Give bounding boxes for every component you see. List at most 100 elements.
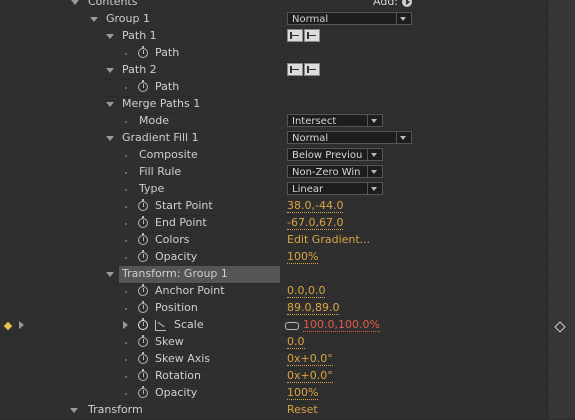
scale-row[interactable]: Scale 100.0,100.0% bbox=[0, 317, 566, 335]
path2-row[interactable]: Path 2 bbox=[0, 62, 547, 80]
indent-dot bbox=[125, 121, 127, 123]
stopwatch-icon[interactable] bbox=[138, 284, 148, 296]
stopwatch-icon[interactable] bbox=[138, 386, 148, 398]
twirl-down-icon[interactable] bbox=[106, 272, 114, 277]
stopwatch-icon[interactable] bbox=[138, 233, 148, 245]
add-menu-icon[interactable] bbox=[402, 0, 412, 7]
stopwatch-icon[interactable] bbox=[138, 199, 148, 211]
transform-opacity-row[interactable]: Opacity 100% bbox=[0, 385, 547, 403]
group1-blend-dropdown[interactable]: Normal bbox=[287, 12, 412, 25]
skew-label: Skew bbox=[155, 335, 184, 348]
twirl-down-icon[interactable] bbox=[71, 0, 79, 5]
twirl-right-icon[interactable] bbox=[123, 321, 128, 329]
colors-row[interactable]: Colors Edit Gradient... bbox=[0, 232, 547, 250]
skew-axis-value[interactable]: 0x+0.0° bbox=[287, 352, 333, 366]
path1-row[interactable]: Path 1 bbox=[0, 28, 547, 46]
scale-value[interactable]: 100.0,100.0% bbox=[303, 318, 380, 332]
end-point-label: End Point bbox=[155, 216, 207, 229]
stopwatch-icon[interactable] bbox=[138, 216, 148, 228]
indent-dot bbox=[125, 87, 127, 89]
skew-axis-row[interactable]: Skew Axis 0x+0.0° bbox=[0, 351, 547, 369]
composite-dropdown[interactable]: Below Previou bbox=[287, 148, 383, 161]
path-direction-icon[interactable] bbox=[287, 29, 303, 42]
group1-blend-value: Normal bbox=[292, 14, 329, 25]
twirl-down-icon[interactable] bbox=[106, 136, 114, 141]
stopwatch-icon[interactable] bbox=[138, 352, 148, 364]
chevron-down-icon bbox=[396, 132, 411, 143]
twirl-down-icon[interactable] bbox=[106, 102, 114, 107]
merge-label: Merge Paths 1 bbox=[122, 97, 201, 110]
gradient-opacity-row[interactable]: Opacity 100% bbox=[0, 249, 547, 267]
rotation-value[interactable]: 0x+0.0° bbox=[287, 369, 333, 383]
indent-dot bbox=[125, 172, 127, 174]
start-point-value[interactable]: 38.0,-44.0 bbox=[287, 199, 344, 213]
constrain-proportions-icon[interactable] bbox=[285, 322, 299, 330]
twirl-down-icon[interactable] bbox=[90, 17, 98, 22]
gradient-row[interactable]: Gradient Fill 1 Normal bbox=[0, 130, 547, 148]
type-dropdown[interactable]: Linear bbox=[287, 182, 383, 195]
edit-gradient-link[interactable]: Edit Gradient... bbox=[287, 233, 370, 246]
merge-mode-row[interactable]: Mode Intersect bbox=[0, 113, 547, 131]
graph-editor-icon[interactable] bbox=[155, 320, 166, 331]
group1-row[interactable]: Group 1 Normal bbox=[0, 11, 547, 29]
composite-row[interactable]: Composite Below Previou bbox=[0, 147, 547, 165]
path2-label: Path 2 bbox=[122, 63, 157, 76]
contents-label: Contents bbox=[88, 0, 138, 8]
stopwatch-icon[interactable] bbox=[138, 335, 148, 347]
stopwatch-icon[interactable] bbox=[138, 301, 148, 313]
anchor-row[interactable]: Anchor Point 0.0,0.0 bbox=[0, 283, 547, 301]
reset-link[interactable]: Reset bbox=[287, 403, 318, 416]
path1-path-row[interactable]: Path bbox=[0, 45, 547, 63]
indent-dot bbox=[125, 393, 127, 395]
stopwatch-icon[interactable] bbox=[138, 46, 148, 58]
twirl-down-icon[interactable] bbox=[106, 34, 114, 39]
type-value: Linear bbox=[292, 184, 324, 195]
start-point-row[interactable]: Start Point 38.0,-44.0 bbox=[0, 198, 547, 216]
keyframe-diamond-icon[interactable] bbox=[3, 321, 13, 331]
timeline-area[interactable] bbox=[547, 0, 575, 419]
start-point-label: Start Point bbox=[155, 199, 213, 212]
gradient-blend-dropdown[interactable]: Normal bbox=[287, 131, 412, 144]
skew-value[interactable]: 0.0 bbox=[287, 335, 305, 349]
rotation-row[interactable]: Rotation 0x+0.0° bbox=[0, 368, 547, 386]
position-row[interactable]: Position 89.0,89.0 bbox=[0, 300, 547, 318]
transform-group-row[interactable]: Transform: Group 1 bbox=[0, 266, 547, 284]
twirl-down-icon[interactable] bbox=[106, 68, 114, 73]
stopwatch-icon[interactable] bbox=[138, 250, 148, 262]
transform-group-label: Transform: Group 1 bbox=[122, 267, 228, 280]
keyframe-nav-next-icon[interactable] bbox=[19, 321, 24, 329]
merge-row[interactable]: Merge Paths 1 bbox=[0, 96, 547, 114]
merge-mode-dropdown[interactable]: Intersect bbox=[287, 114, 383, 127]
chevron-down-icon bbox=[367, 149, 382, 160]
anchor-label: Anchor Point bbox=[155, 284, 225, 297]
path-direction-icon[interactable] bbox=[287, 63, 303, 76]
type-row[interactable]: Type Linear bbox=[0, 181, 547, 199]
chevron-down-icon bbox=[367, 166, 382, 177]
skew-row[interactable]: Skew 0.0 bbox=[0, 334, 547, 352]
indent-dot bbox=[125, 240, 127, 242]
twirl-down-icon[interactable] bbox=[70, 408, 78, 413]
chevron-down-icon bbox=[367, 115, 382, 126]
stopwatch-active-icon[interactable] bbox=[138, 318, 148, 330]
end-point-row[interactable]: End Point -67.0,67.0 bbox=[0, 215, 547, 233]
rotation-label: Rotation bbox=[155, 369, 202, 382]
colors-label: Colors bbox=[155, 233, 190, 246]
position-value[interactable]: 89.0,89.0 bbox=[287, 301, 340, 315]
transform-opacity-value[interactable]: 100% bbox=[287, 386, 319, 400]
path2-path-row[interactable]: Path bbox=[0, 79, 547, 97]
gradient-blend-value: Normal bbox=[292, 133, 329, 144]
fill-rule-row[interactable]: Fill Rule Non-Zero Win bbox=[0, 164, 547, 182]
layer-transform-row[interactable]: Transform Reset bbox=[0, 402, 547, 420]
path-reverse-icon[interactable] bbox=[304, 29, 320, 42]
indent-dot bbox=[125, 376, 127, 378]
stopwatch-icon[interactable] bbox=[138, 369, 148, 381]
path-reverse-icon[interactable] bbox=[304, 63, 320, 76]
composite-label: Composite bbox=[139, 148, 198, 161]
chevron-down-icon bbox=[396, 13, 411, 24]
anchor-value[interactable]: 0.0,0.0 bbox=[287, 284, 326, 298]
gradient-opacity-value[interactable]: 100% bbox=[287, 250, 319, 264]
fill-rule-dropdown[interactable]: Non-Zero Win bbox=[287, 165, 383, 178]
stopwatch-icon[interactable] bbox=[138, 80, 148, 92]
end-point-value[interactable]: -67.0,67.0 bbox=[287, 216, 344, 230]
transform-opacity-label: Opacity bbox=[155, 386, 198, 399]
